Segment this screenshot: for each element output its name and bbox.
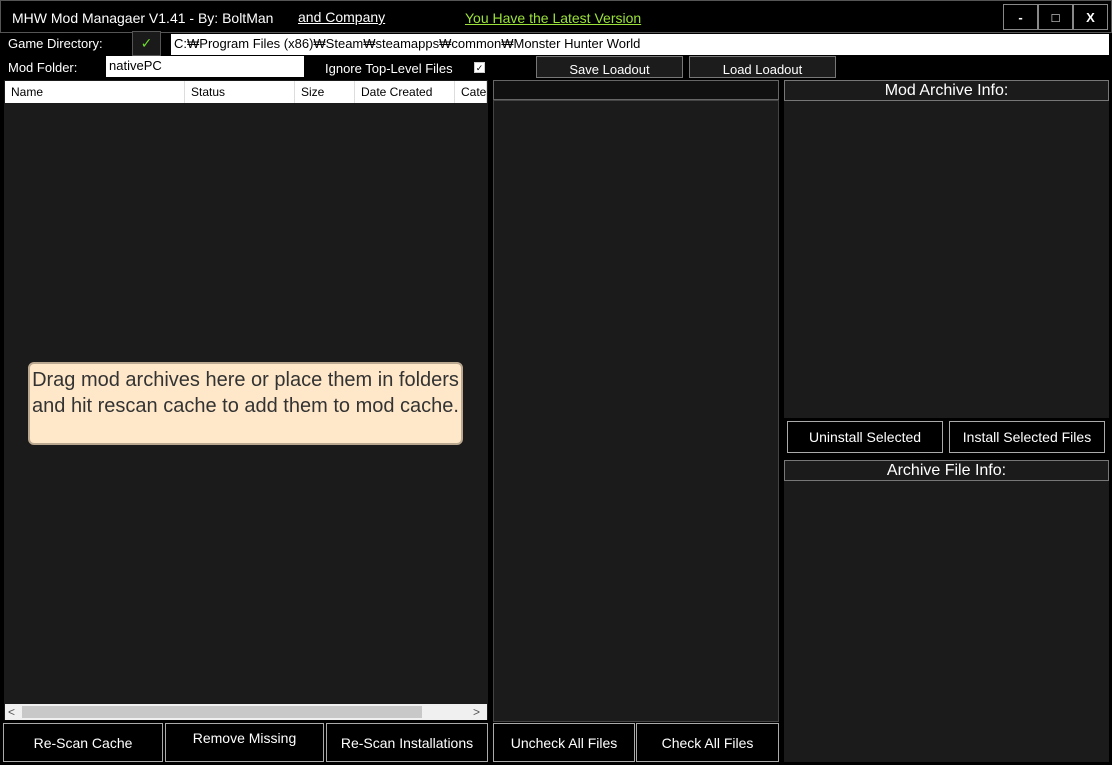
- scroll-right-icon[interactable]: >: [473, 705, 480, 719]
- check-all-files-button[interactable]: Check All Files: [636, 723, 779, 762]
- window-title: MHW Mod Managaer V1.41 - By: BoltMan: [12, 10, 274, 26]
- close-button[interactable]: X: [1073, 4, 1108, 30]
- game-directory-label: Game Directory:: [8, 36, 103, 51]
- ignore-top-level-label: Ignore Top-Level Files: [325, 61, 453, 76]
- maximize-icon: □: [1051, 9, 1060, 25]
- install-selected-files-button[interactable]: Install Selected Files: [949, 421, 1105, 453]
- file-tree-header: [493, 80, 779, 100]
- mod-folder-label: Mod Folder:: [8, 60, 78, 75]
- game-directory-verify-button[interactable]: ✓: [132, 31, 161, 56]
- load-loadout-button[interactable]: Load Loadout: [689, 56, 836, 78]
- checkmark-icon: ✓: [140, 35, 153, 51]
- company-link[interactable]: and Company: [298, 9, 385, 25]
- archive-file-info-panel: [784, 481, 1109, 762]
- archive-file-info-title: Archive File Info:: [784, 460, 1109, 481]
- column-size[interactable]: Size: [295, 81, 355, 103]
- archive-file-tree[interactable]: [493, 100, 779, 722]
- game-directory-path-field[interactable]: C:₩Program Files (x86)₩Steam₩steamapps₩c…: [171, 34, 1109, 55]
- column-category[interactable]: Category: [455, 81, 487, 103]
- rescan-installations-button[interactable]: Re-Scan Installations: [326, 723, 488, 762]
- mod-archive-info-panel: [784, 101, 1109, 418]
- scroll-left-icon[interactable]: <: [8, 705, 15, 719]
- column-date-created[interactable]: Date Created: [355, 81, 455, 103]
- minimize-icon: -: [1018, 9, 1023, 25]
- uninstall-selected-button[interactable]: Uninstall Selected: [787, 421, 943, 453]
- close-icon: X: [1086, 9, 1095, 25]
- scrollbar-thumb[interactable]: [22, 706, 422, 718]
- mod-folder-field[interactable]: nativePC: [106, 56, 304, 77]
- ignore-top-level-checkbox[interactable]: ✓: [474, 62, 485, 73]
- rescan-cache-button[interactable]: Re-Scan Cache: [3, 723, 163, 762]
- mod-archive-info-title: Mod Archive Info:: [784, 80, 1109, 101]
- version-status-link[interactable]: You Have the Latest Version: [465, 10, 641, 26]
- save-loadout-button[interactable]: Save Loadout: [536, 56, 683, 78]
- drop-hint: Drag mod archives here or place them in …: [28, 362, 463, 445]
- mod-list-header: Name Status Size Date Created Category: [5, 81, 487, 103]
- minimize-button[interactable]: -: [1003, 4, 1038, 30]
- uncheck-all-files-button[interactable]: Uncheck All Files: [493, 723, 635, 762]
- maximize-button[interactable]: □: [1038, 4, 1073, 30]
- column-name[interactable]: Name: [5, 81, 185, 103]
- remove-missing-button[interactable]: Remove Missing: [165, 723, 324, 762]
- horizontal-scrollbar[interactable]: < >: [5, 704, 487, 720]
- column-status[interactable]: Status: [185, 81, 295, 103]
